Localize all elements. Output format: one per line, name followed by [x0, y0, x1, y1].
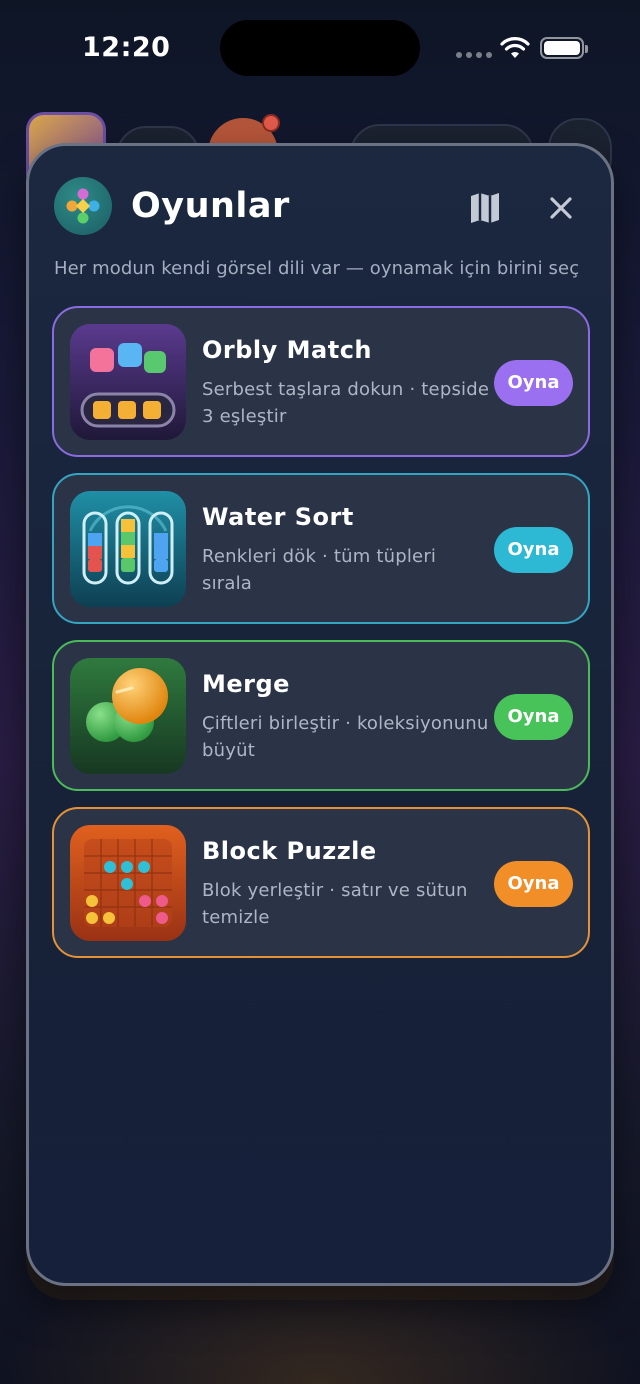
battery-icon: [540, 37, 588, 59]
game-card-water-sort[interactable]: Water Sort Renkleri dök · tüm tüpleri sı…: [52, 473, 590, 624]
modal-header: Oyunlar: [29, 146, 611, 256]
map-button[interactable]: [461, 188, 509, 228]
orbly-match-thumbnail: [70, 324, 186, 440]
game-title: Block Puzzle: [202, 837, 377, 865]
game-description: Renkleri dök · tüm tüpleri sırala: [202, 546, 437, 594]
game-title: Merge: [202, 670, 290, 698]
game-card-block-puzzle[interactable]: Block Puzzle Blok yerleştir · satır ve s…: [52, 807, 590, 958]
wifi-icon: [500, 36, 530, 64]
play-button-water-sort[interactable]: Oyna: [494, 527, 573, 573]
game-description: Çiftleri birleştir · koleksiyonunu büyüt: [202, 713, 489, 761]
play-button-merge[interactable]: Oyna: [494, 694, 573, 740]
modal-title: Oyunlar: [131, 186, 290, 226]
game-description: Blok yerleştir · satır ve sütun temizle: [202, 880, 468, 928]
game-title: Orbly Match: [202, 336, 373, 364]
game-description: Serbest taşlara dokun · tepside 3 eşleşt…: [202, 379, 490, 427]
status-bar: 12:20: [0, 0, 640, 100]
water-sort-thumbnail: [70, 491, 186, 607]
games-logo-icon: [54, 177, 112, 235]
map-icon: [471, 193, 499, 223]
game-card-orbly-match[interactable]: Orbly Match Serbest taşlara dokun · teps…: [52, 306, 590, 457]
play-button-orbly-match[interactable]: Oyna: [494, 360, 573, 406]
block-puzzle-thumbnail: [70, 825, 186, 941]
game-card-merge[interactable]: Merge Çiftleri birleştir · koleksiyonunu…: [52, 640, 590, 791]
games-modal: Oyunlar Her modun kendi görsel dili var …: [26, 143, 614, 1286]
dynamic-island: [220, 20, 420, 76]
background-notification-dot: [262, 114, 280, 132]
merge-thumbnail: [70, 658, 186, 774]
games-list: Orbly Match Serbest taşlara dokun · teps…: [52, 306, 590, 974]
game-title: Water Sort: [202, 503, 354, 531]
play-button-block-puzzle[interactable]: Oyna: [494, 861, 573, 907]
close-icon: [550, 197, 572, 219]
close-button[interactable]: [539, 186, 583, 230]
status-time: 12:20: [82, 32, 171, 63]
cellular-signal-icon: [456, 52, 492, 58]
modal-subtitle: Her modun kendi görsel dili var — oynama…: [54, 258, 580, 279]
